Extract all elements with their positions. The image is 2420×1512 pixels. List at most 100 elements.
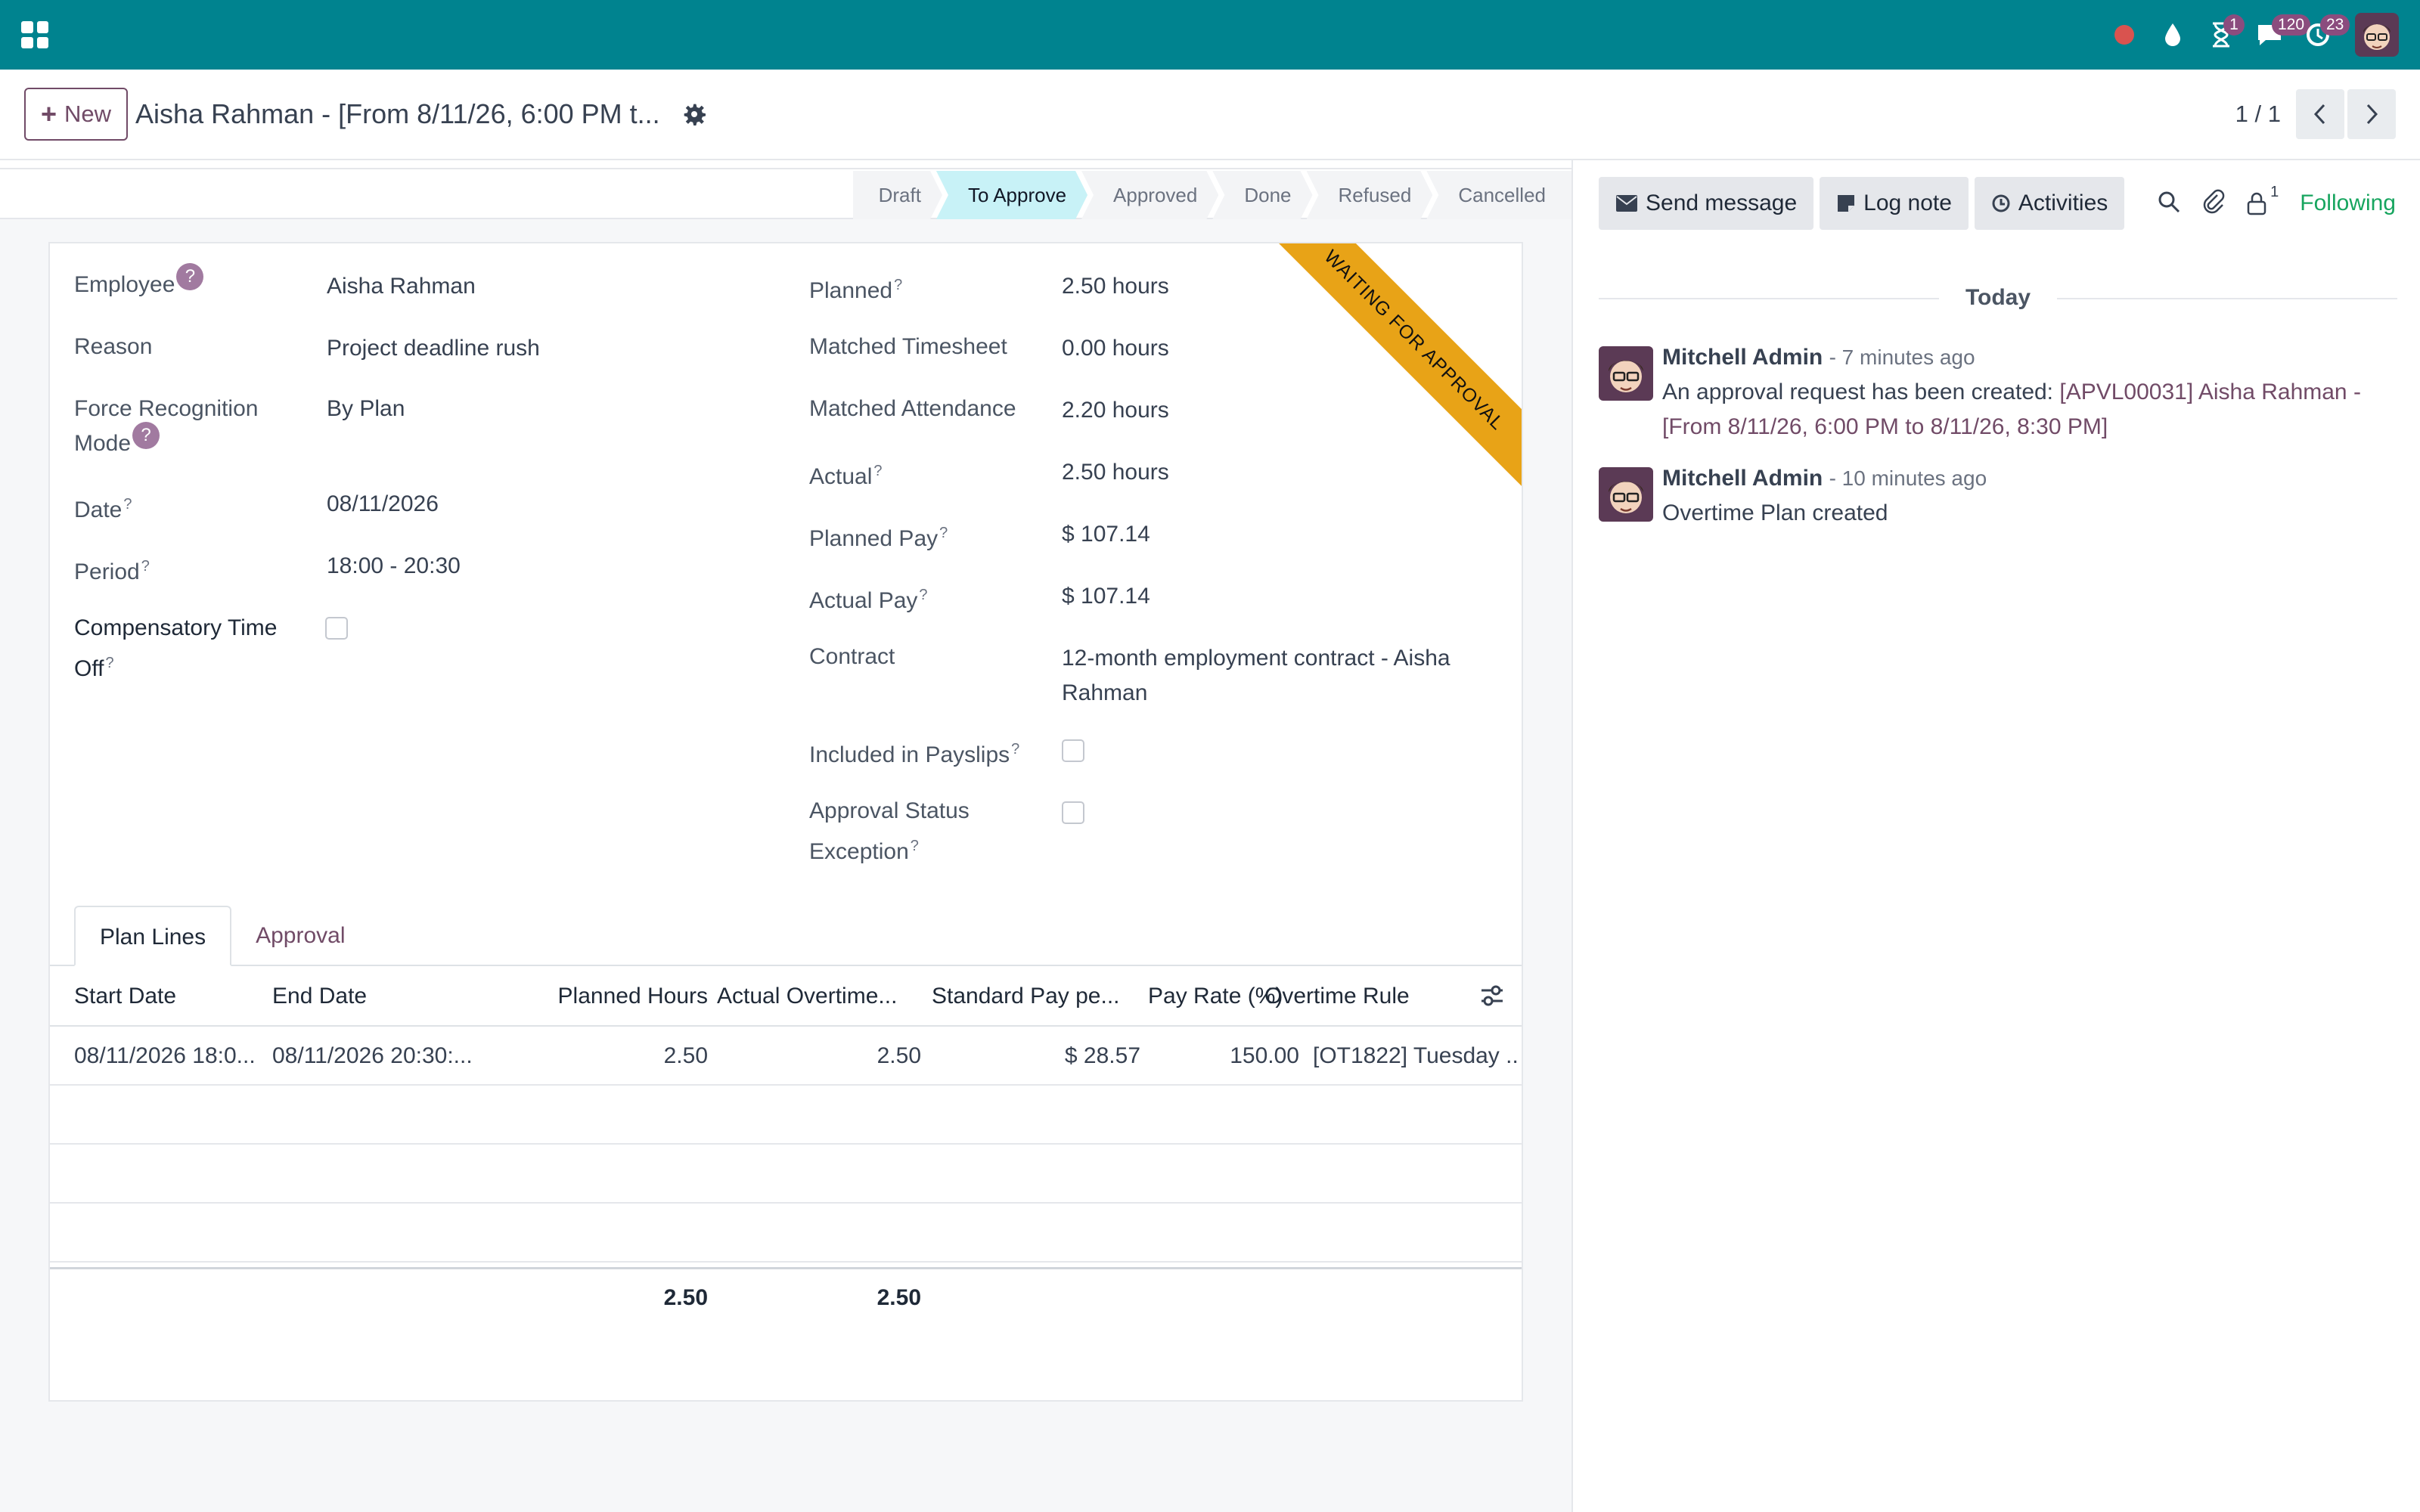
log-note-button[interactable]: Log note xyxy=(1820,177,1969,230)
col-start-date[interactable]: Start Date xyxy=(74,966,263,1027)
col-planned-hours[interactable]: Planned Hours xyxy=(504,966,708,1027)
table-empty-row xyxy=(50,1086,1522,1145)
total-actual-overtime: 2.50 xyxy=(876,1285,921,1310)
reason-value[interactable]: Project deadline rush xyxy=(327,331,540,366)
send-message-button[interactable]: Send message xyxy=(1599,177,1814,230)
help-icon[interactable]: ? xyxy=(132,422,160,449)
drop-icon[interactable] xyxy=(2149,11,2196,58)
activities-hourglass-icon[interactable]: 1 xyxy=(2198,11,2245,58)
new-button-label: New xyxy=(64,101,112,127)
included-payslips-checkbox[interactable] xyxy=(1062,739,1084,762)
lock-icon xyxy=(2247,192,2266,215)
activities-badge: 1 xyxy=(2223,14,2245,36)
chevron-left-icon xyxy=(2313,104,2325,125)
included-payslips-label: Included in Payslips? xyxy=(809,741,1020,767)
date-separator: Today xyxy=(1599,283,2397,313)
message-author[interactable]: Mitchell Admin xyxy=(1662,345,1823,370)
stage-draft[interactable]: Draft xyxy=(853,171,942,219)
actual-pay-value: $ 107.14 xyxy=(1062,584,1150,609)
optional-columns-toggle[interactable] xyxy=(1479,983,1509,1009)
employee-label: Employee? xyxy=(74,263,204,302)
planned-value: 2.50 hours xyxy=(1062,274,1169,299)
message-text: An approval request has been created: xyxy=(1662,380,2060,404)
user-avatar[interactable] xyxy=(2355,13,2399,57)
paperclip-icon[interactable] xyxy=(2202,189,2225,218)
clock-icon xyxy=(1992,194,2010,212)
comp-time-off-checkbox[interactable] xyxy=(325,617,348,640)
author-avatar[interactable] xyxy=(1599,346,1653,401)
waiting-approval-ribbon: WAITING FOR APPROVAL xyxy=(1255,243,1522,499)
stage-pipeline: Draft To Approve Approved Done Refused C… xyxy=(853,171,1571,219)
pager-previous-button[interactable] xyxy=(2296,89,2344,139)
message-author[interactable]: Mitchell Admin xyxy=(1662,466,1823,491)
col-end-date[interactable]: End Date xyxy=(272,966,499,1027)
period-label: Period? xyxy=(74,558,150,584)
matched-timesheet-value: 0.00 hours xyxy=(1062,336,1169,361)
apps-menu-icon[interactable] xyxy=(21,21,48,48)
chatter-panel: Send message Log note Activities 1 Follo… xyxy=(1571,160,2420,1512)
stage-refused[interactable]: Refused xyxy=(1307,171,1433,219)
author-avatar[interactable] xyxy=(1599,467,1653,522)
chatter-tools: 1 Following xyxy=(2157,177,2396,230)
matched-attendance-value: 2.20 hours xyxy=(1062,398,1169,423)
pager-value[interactable]: 1 / 1 xyxy=(2235,101,2281,128)
comp-time-off-label: Compensatory Time Off? xyxy=(74,615,278,681)
tab-approval[interactable]: Approval xyxy=(231,906,369,966)
record-title: Aisha Rahman - [From 8/11/26, 6:00 PM t.… xyxy=(135,98,660,129)
col-standard-pay[interactable]: Standard Pay pe... xyxy=(932,966,1136,1027)
new-button[interactable]: + New xyxy=(24,88,129,141)
reason-label: Reason xyxy=(74,334,153,359)
force-recognition-label: Force Recognition Mode? xyxy=(74,396,259,456)
log-note-label: Log note xyxy=(1863,191,1952,215)
send-message-label: Send message xyxy=(1646,191,1798,215)
approval-exception-checkbox[interactable] xyxy=(1062,801,1084,824)
updates-clock-icon[interactable]: 23 xyxy=(2294,11,2350,58)
col-overtime-rule[interactable]: Overtime Rule xyxy=(1264,966,1461,1027)
tab-plan-lines[interactable]: Plan Lines xyxy=(74,906,232,966)
cell-start-date: 08/11/2026 18:0... xyxy=(74,1043,256,1068)
plus-icon: + xyxy=(41,98,57,129)
recording-indicator[interactable] xyxy=(2101,11,2148,58)
matched-attendance-label: Matched Attendance xyxy=(809,396,1016,421)
top-navbar: 1 120 23 xyxy=(0,0,2420,70)
cell-overtime-rule: [OT1822] Tuesday ... xyxy=(1313,1043,1517,1068)
stage-cancelled[interactable]: Cancelled xyxy=(1426,171,1571,219)
col-actual-overtime[interactable]: Actual Overtime... xyxy=(717,966,921,1027)
followers-button[interactable]: 1 xyxy=(2246,184,2279,215)
table-empty-row xyxy=(50,1145,1522,1204)
control-panel: + New Aisha Rahman - [From 8/11/26, 6:00… xyxy=(0,70,2420,160)
stage-approved[interactable]: Approved xyxy=(1081,171,1218,219)
chatter-actions: Send message Log note Activities xyxy=(1599,177,2125,230)
date-value[interactable]: 08/11/2026 xyxy=(327,487,439,522)
cell-end-date: 08/11/2026 20:30:... xyxy=(272,1043,473,1068)
activities-button[interactable]: Activities xyxy=(1974,177,2125,230)
contract-value[interactable]: 12-month employment contract - Aisha Rah… xyxy=(1062,641,1485,711)
actual-pay-label: Actual Pay? xyxy=(809,587,928,613)
planned-pay-value: $ 107.14 xyxy=(1062,522,1150,547)
table-row[interactable]: 08/11/2026 18:0... 08/11/2026 20:30:... … xyxy=(50,1027,1522,1086)
message-text: Overtime Plan created xyxy=(1662,500,1888,525)
record-dot-icon xyxy=(2114,25,2134,45)
actual-value: 2.50 hours xyxy=(1062,460,1169,485)
gear-icon[interactable] xyxy=(683,103,706,125)
chevron-right-icon xyxy=(2366,104,2378,125)
stage-done[interactable]: Done xyxy=(1212,171,1312,219)
planned-pay-label: Planned Pay? xyxy=(809,525,948,551)
following-button[interactable]: Following xyxy=(2300,191,2396,216)
period-value[interactable]: 18:00 - 20:30 xyxy=(327,549,461,584)
sliders-icon xyxy=(1481,985,1503,1006)
contract-label: Contract xyxy=(809,644,895,669)
pager: 1 / 1 xyxy=(2235,89,2396,139)
table-empty-row xyxy=(50,1204,1522,1263)
cell-actual-overtime: 2.50 xyxy=(876,1043,921,1068)
actual-label: Actual? xyxy=(809,463,883,489)
stage-to-approve[interactable]: To Approve xyxy=(936,171,1087,219)
force-recognition-value[interactable]: By Plan xyxy=(327,392,405,426)
employee-value[interactable]: Aisha Rahman xyxy=(327,269,476,304)
envelope-icon xyxy=(1616,195,1637,212)
messages-icon[interactable]: 120 xyxy=(2246,11,2311,58)
message-time: - 10 minutes ago xyxy=(1829,466,1987,490)
pager-next-button[interactable] xyxy=(2347,89,2396,139)
search-icon[interactable] xyxy=(2157,190,2181,218)
help-icon[interactable]: ? xyxy=(176,263,204,290)
